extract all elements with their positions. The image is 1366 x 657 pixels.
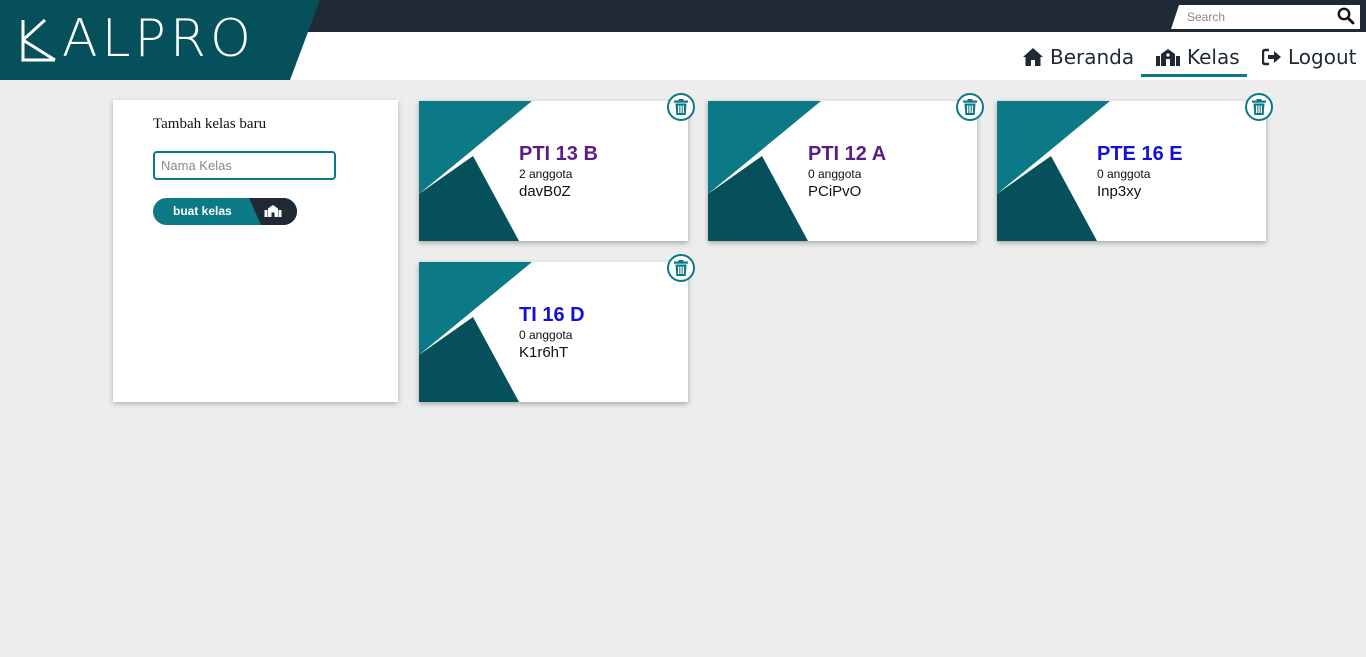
class-code: PCiPvO (808, 183, 862, 200)
nav-logout[interactable]: Logout (1262, 40, 1356, 74)
class-name[interactable]: PTE 16 E (1097, 143, 1183, 166)
nav-beranda[interactable]: Beranda (1022, 40, 1134, 74)
add-class-panel: Tambah kelas baru buat kelas (113, 100, 398, 402)
class-name[interactable]: PTI 12 A (808, 143, 886, 166)
logo-k-icon (21, 18, 56, 62)
class-code: davB0Z (519, 183, 571, 200)
class-card[interactable]: PTI 13 B2 anggota davB0Z (419, 101, 688, 241)
sign-out-icon (1262, 48, 1281, 66)
class-member-count: 0 anggota (1097, 167, 1151, 181)
class-card[interactable]: TI 16 D0 anggota K1r6hT (419, 262, 688, 402)
create-class-label: buat kelas (173, 204, 232, 218)
nav-kelas[interactable]: Kelas (1155, 40, 1240, 74)
trash-icon (1252, 99, 1266, 115)
class-card[interactable]: PTE 16 E0 anggota Inp3xy (997, 101, 1266, 241)
class-member-count: 2 anggota (519, 167, 573, 181)
home-icon (1023, 48, 1043, 66)
trash-icon (674, 99, 688, 115)
trash-icon (674, 260, 688, 276)
search-icon[interactable] (1337, 7, 1355, 25)
delete-class-button[interactable] (667, 93, 695, 121)
school-icon (264, 205, 282, 217)
delete-class-button[interactable] (956, 93, 984, 121)
nav-active-indicator (1141, 74, 1247, 77)
class-code: Inp3xy (1097, 183, 1142, 200)
class-code: K1r6hT (519, 344, 569, 361)
class-member-count: 0 anggota (808, 167, 862, 181)
search-box (1171, 5, 1360, 29)
class-card[interactable]: PTI 12 A0 anggota PCiPvO (708, 101, 977, 241)
delete-class-button[interactable] (1245, 93, 1273, 121)
class-name[interactable]: PTI 13 B (519, 143, 598, 166)
nav-logout-label: Logout (1288, 45, 1357, 69)
logo[interactable]: ALPRO (0, 0, 322, 80)
school-icon (1156, 49, 1180, 66)
class-name-input[interactable] (153, 151, 336, 180)
class-name[interactable]: TI 16 D (519, 304, 585, 327)
panel-title: Tambah kelas baru (153, 116, 267, 132)
nav-beranda-label: Beranda (1050, 45, 1135, 69)
create-class-button[interactable]: buat kelas (153, 198, 297, 225)
delete-class-button[interactable] (667, 254, 695, 282)
search-input[interactable] (1187, 8, 1327, 26)
trash-icon (963, 99, 977, 115)
logo-text: ALPRO (62, 9, 255, 69)
class-member-count: 0 anggota (519, 328, 573, 342)
nav-kelas-label: Kelas (1187, 45, 1240, 69)
